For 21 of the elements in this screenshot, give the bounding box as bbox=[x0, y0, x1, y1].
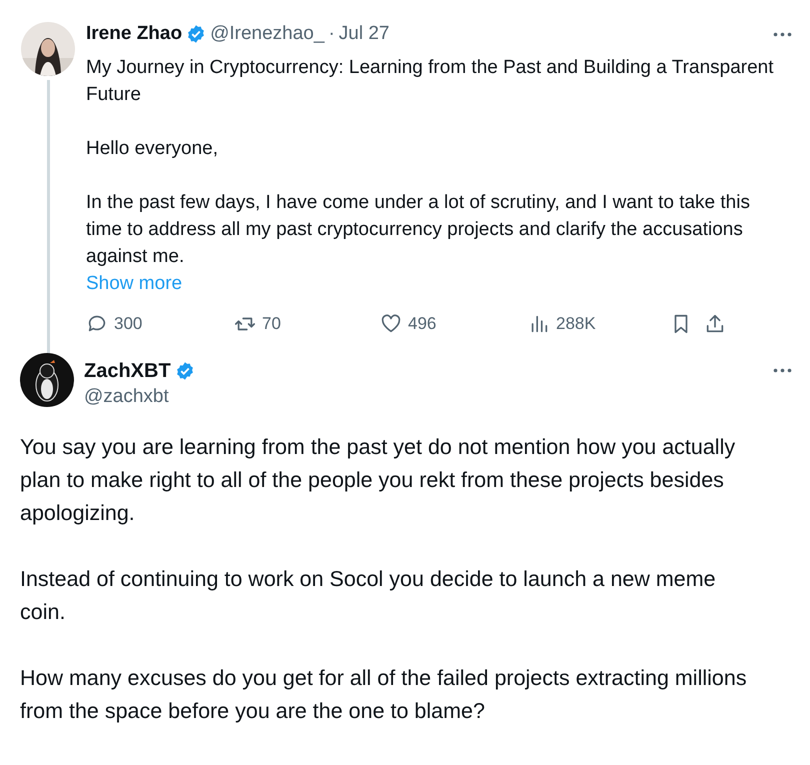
share-icon bbox=[704, 312, 726, 335]
reply-button[interactable]: 300 bbox=[86, 311, 234, 336]
views-button[interactable]: 288K bbox=[528, 311, 670, 336]
like-button[interactable]: 496 bbox=[380, 311, 528, 336]
post-date[interactable]: Jul 27 bbox=[338, 22, 390, 46]
post-text: You say you are learning from the past yet do not mention how you actually plan to make right to all of the people you rekt from these projects besides apologizing. bbox=[20, 434, 736, 527]
repost-button[interactable]: 70 bbox=[234, 311, 380, 336]
separator-dot: · bbox=[328, 22, 335, 46]
more-icon bbox=[773, 368, 792, 373]
post-text: In the past few days, I have come under a lot of scrutiny, and I want to take this time to address all my past cryptocurrency projects and clarify the accusations against me. bbox=[86, 191, 751, 269]
more-icon bbox=[773, 32, 792, 36]
user-name[interactable]: Irene Zhao bbox=[86, 22, 182, 46]
user-handle[interactable]: @zachxbt bbox=[84, 382, 796, 411]
post-text: How many excuses do you get for all of the failed projects extracting millions from the space before you are the one to blame? bbox=[20, 665, 748, 725]
heart-icon bbox=[380, 312, 402, 335]
post-text: My Journey in Cryptocurrency: Learning from the Past and Building a Transparent Future bbox=[86, 56, 775, 107]
post-text: Instead of continuing to work on Socol you decide to launch a new meme coin. bbox=[20, 566, 717, 626]
share-button[interactable] bbox=[704, 312, 726, 335]
post-text: Hello everyone, bbox=[86, 137, 220, 161]
user-name[interactable]: ZachXBT bbox=[84, 358, 171, 382]
user-handle[interactable]: @Irenezhao_ bbox=[210, 22, 324, 46]
